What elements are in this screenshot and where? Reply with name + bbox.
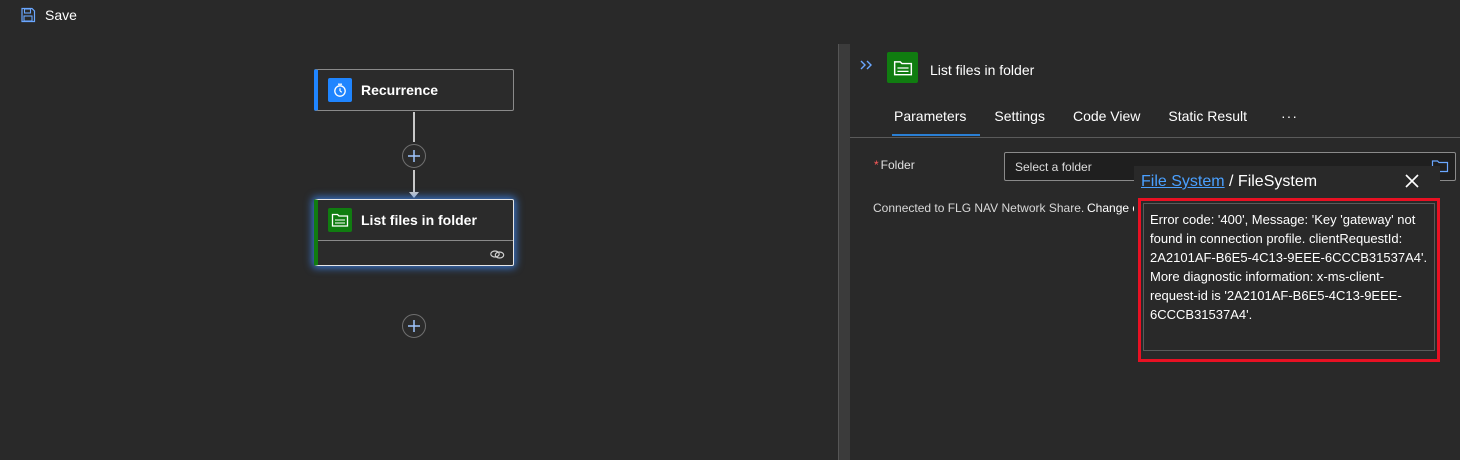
panel-splitter[interactable] bbox=[838, 44, 850, 460]
popup-header: File System / FileSystem bbox=[1141, 173, 1317, 191]
panel-title: List files in folder bbox=[930, 62, 1035, 78]
tabs-divider bbox=[850, 137, 1460, 138]
tab-parameters[interactable]: Parameters bbox=[880, 106, 981, 136]
plus-icon bbox=[408, 320, 420, 332]
error-highlight: Error code: '400', Message: 'Key 'gatewa… bbox=[1138, 198, 1440, 362]
tab-list: Parameters Settings Code View Static Res… bbox=[880, 106, 1312, 136]
folder-placeholder: Select a folder bbox=[1015, 160, 1092, 174]
tab-settings[interactable]: Settings bbox=[980, 106, 1059, 136]
error-message: Error code: '400', Message: 'Key 'gatewa… bbox=[1143, 203, 1435, 351]
list-files-node[interactable]: List files in folder bbox=[314, 199, 514, 266]
error-popup: File System / FileSystem Error code: '40… bbox=[1134, 166, 1440, 362]
list-files-title: List files in folder bbox=[361, 212, 477, 228]
designer-canvas: Recurrence List files in folder bbox=[0, 30, 838, 460]
folder-label-text: Folder bbox=[880, 158, 915, 172]
save-icon bbox=[21, 7, 36, 23]
toolbar: Save bbox=[0, 0, 1460, 30]
tab-static-result[interactable]: Static Result bbox=[1154, 106, 1261, 136]
change-connection-link[interactable]: Change c bbox=[1087, 201, 1137, 215]
folder-label: * Folder bbox=[874, 158, 915, 172]
clock-icon bbox=[328, 78, 352, 102]
tab-code-view[interactable]: Code View bbox=[1059, 106, 1154, 136]
file-system-link[interactable]: File System bbox=[1141, 173, 1225, 190]
add-step-button[interactable] bbox=[402, 314, 426, 338]
plus-icon bbox=[408, 150, 420, 162]
link-icon[interactable] bbox=[489, 247, 505, 261]
popup-separator: / bbox=[1224, 173, 1238, 190]
recurrence-title: Recurrence bbox=[361, 82, 439, 98]
popup-header-rest: FileSystem bbox=[1237, 173, 1318, 190]
close-icon[interactable] bbox=[1403, 172, 1421, 190]
folder-icon bbox=[887, 52, 918, 83]
connection-status: Connected to FLG NAV Network Share. bbox=[873, 201, 1085, 215]
connector-line bbox=[413, 170, 415, 194]
save-label: Save bbox=[45, 7, 77, 23]
folder-icon bbox=[328, 208, 352, 232]
more-tabs-button[interactable]: ··· bbox=[1261, 106, 1312, 136]
connector-line bbox=[413, 112, 415, 142]
save-button[interactable]: Save bbox=[20, 5, 77, 25]
node-divider bbox=[318, 240, 513, 241]
recurrence-node[interactable]: Recurrence bbox=[314, 69, 514, 111]
connector-arrow bbox=[409, 192, 419, 198]
insert-step-button[interactable] bbox=[402, 144, 426, 168]
required-marker: * bbox=[874, 158, 879, 172]
double-chevron-right-icon[interactable] bbox=[860, 57, 874, 73]
